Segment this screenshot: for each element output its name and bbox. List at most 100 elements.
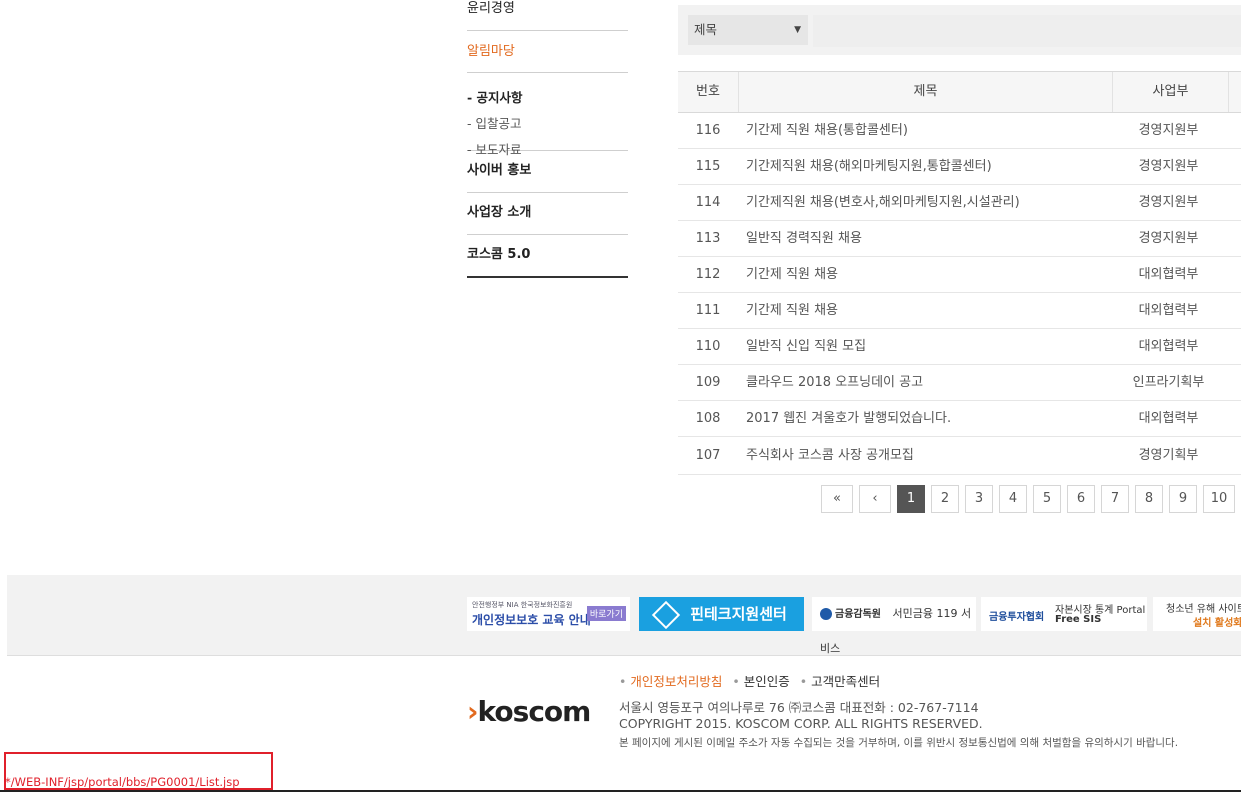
row-title-link[interactable]: 주식회사 코스콤 사장 공개모집 bbox=[738, 437, 1111, 474]
row-no: 111 bbox=[695, 303, 721, 318]
table-row[interactable]: 115 기간제직원 채용(해외마케팅지원,통합콜센터) 경영지원부 bbox=[678, 149, 1241, 185]
bullet-icon: • bbox=[619, 674, 627, 689]
privacy-banner-go-button[interactable]: 바로가기 bbox=[586, 606, 626, 621]
column-header-dept: 사업부 bbox=[1113, 72, 1229, 112]
customer-center-link[interactable]: 고객만족센터 bbox=[811, 674, 880, 689]
free-sis-banner[interactable]: 금융투자협회 자본시장 통계 Portal Free SIS bbox=[981, 597, 1147, 631]
row-title-link[interactable]: 기간제직원 채용(변호사,해외마케팅지원,시설관리) bbox=[738, 185, 1111, 220]
sidebar-item-ethics[interactable]: 윤리경영 bbox=[467, 0, 628, 31]
row-no: 115 bbox=[695, 159, 721, 174]
privacy-banner-orgs: 안전행정부 NIA 한국정보화진흥원 bbox=[472, 601, 573, 609]
identity-verify-link[interactable]: 본인인증 bbox=[744, 674, 790, 689]
fss-org: 금융감독원 bbox=[835, 609, 881, 620]
youth-line2: 설치 활성화 bbox=[1193, 618, 1241, 629]
kofia-logo: 금융투자협회 bbox=[989, 612, 1045, 623]
search-bar: 제목 ▼ bbox=[678, 5, 1241, 55]
fss-logo-icon bbox=[820, 608, 832, 620]
fss-banner[interactable]: 금융감독원 서민금융 119 서비스 bbox=[812, 597, 976, 655]
column-header-title: 제목 bbox=[739, 72, 1113, 112]
row-title-link[interactable]: 기간제 직원 채용 bbox=[738, 257, 1111, 292]
table-row[interactable]: 110 일반직 신입 직원 모집 대외협력부 bbox=[678, 329, 1241, 365]
page-button[interactable]: 6 bbox=[1067, 485, 1095, 513]
row-no: 114 bbox=[695, 195, 721, 210]
fintech-logo-icon bbox=[652, 600, 681, 629]
page-button[interactable]: 10 bbox=[1203, 485, 1235, 513]
privacy-education-banner[interactable]: 안전행정부 NIA 한국정보화진흥원 개인정보보호 교육 안내 바로가기 bbox=[467, 597, 630, 631]
footer-links: • 개인정보처리방침 • 본인인증 • 고객만족센터 bbox=[619, 671, 890, 690]
bullet-icon: • bbox=[799, 674, 808, 689]
search-input[interactable] bbox=[813, 15, 1241, 47]
sidebar-item-cyber-pr[interactable]: 사이버 홍보 bbox=[467, 151, 628, 193]
sidebar-item-koscom-5[interactable]: 코스콤 5.0 bbox=[467, 235, 628, 278]
table-row[interactable]: 109 클라우드 2018 오프닝데이 공고 인프라기획부 bbox=[678, 365, 1241, 401]
pagination: « ‹ 1 2 3 4 5 6 7 8 9 10 bbox=[821, 485, 1241, 513]
sidebar-subitem-announcements[interactable]: - 공지사항 bbox=[467, 87, 628, 113]
chevron-down-icon: ▼ bbox=[794, 25, 801, 35]
table-row[interactable]: 107 주식회사 코스콤 사장 공개모집 경영기획부 bbox=[678, 437, 1241, 475]
row-no: 109 bbox=[695, 375, 721, 390]
row-title-link[interactable]: 기간제 직원 채용 bbox=[738, 293, 1111, 328]
privacy-policy-link[interactable]: 개인정보처리방침 bbox=[630, 674, 722, 689]
row-dept: 경영지원부 bbox=[1138, 159, 1199, 174]
row-dept: 대외협력부 bbox=[1138, 339, 1199, 354]
debug-jsp-path: */WEB-INF/jsp/portal/bbs/PG0001/List.jsp bbox=[5, 775, 240, 789]
fintech-center-banner[interactable]: 핀테크지원센터 bbox=[639, 597, 804, 631]
row-dept: 대외협력부 bbox=[1138, 267, 1199, 282]
first-page-button[interactable]: « bbox=[821, 485, 853, 513]
row-dept: 경영지원부 bbox=[1138, 231, 1199, 246]
row-no: 107 bbox=[695, 448, 721, 463]
logo-text: koscom bbox=[477, 695, 592, 728]
row-title-link[interactable]: 기간제직원 채용(해외마케팅지원,통합콜센터) bbox=[738, 149, 1111, 184]
sidebar: 윤리경영 알림마당 - 공지사항 - 입찰공고 - 보도자료 사이버 홍보 사업… bbox=[467, 0, 628, 278]
notice-table: 번호 제목 사업부 116 기간제 직원 채용(통합콜센터) 경영지원부 115… bbox=[678, 71, 1241, 475]
page-button[interactable]: 8 bbox=[1135, 485, 1163, 513]
search-field-select-value: 제목 bbox=[694, 22, 718, 37]
footer-email-notice: 본 페이지에 게시된 이메일 주소가 자동 수집되는 것을 거부하며, 이를 위… bbox=[619, 737, 1179, 749]
row-title-link[interactable]: 2017 웹진 겨울호가 발행되었습니다. bbox=[738, 401, 1111, 436]
sidebar-item-notice-board[interactable]: 알림마당 bbox=[467, 31, 628, 73]
table-header: 번호 제목 사업부 bbox=[678, 71, 1241, 113]
row-dept: 대외협력부 bbox=[1138, 303, 1199, 318]
search-field-select[interactable]: 제목 ▼ bbox=[688, 15, 808, 45]
table-row[interactable]: 113 일반직 경력직원 채용 경영지원부 bbox=[678, 221, 1241, 257]
privacy-banner-title: 개인정보보호 교육 안내 bbox=[472, 613, 591, 627]
row-dept: 경영기획부 bbox=[1138, 448, 1199, 463]
row-dept: 경영지원부 bbox=[1138, 195, 1199, 210]
row-no: 108 bbox=[695, 411, 721, 426]
table-row[interactable]: 114 기간제직원 채용(변호사,해외마케팅지원,시설관리) 경영지원부 bbox=[678, 185, 1241, 221]
page-button[interactable]: 2 bbox=[931, 485, 959, 513]
table-row[interactable]: 112 기간제 직원 채용 대외협력부 bbox=[678, 257, 1241, 293]
page-button[interactable]: 3 bbox=[965, 485, 993, 513]
fintech-banner-title: 핀테크지원센터 bbox=[690, 605, 787, 623]
bullet-icon: • bbox=[732, 674, 740, 689]
partner-banner-strip: 안전행정부 NIA 한국정보화진흥원 개인정보보호 교육 안내 바로가기 핀테크… bbox=[7, 575, 1241, 656]
prev-page-button[interactable]: ‹ bbox=[859, 485, 891, 513]
koscom-logo[interactable]: ›koscom bbox=[467, 695, 592, 728]
footer-copyright: COPYRIGHT 2015. KOSCOM CORP. ALL RIGHTS … bbox=[619, 716, 983, 731]
row-dept: 대외협력부 bbox=[1138, 411, 1199, 426]
row-title-link[interactable]: 일반직 신입 직원 모집 bbox=[738, 329, 1111, 364]
sidebar-submenu: - 공지사항 - 입찰공고 - 보도자료 bbox=[467, 73, 628, 157]
table-row[interactable]: 116 기간제 직원 채용(통합콜센터) 경영지원부 bbox=[678, 113, 1241, 149]
table-row[interactable]: 108 2017 웹진 겨울호가 발행되었습니다. 대외협력부 bbox=[678, 401, 1241, 437]
youth-filter-banner[interactable]: 청소년 유해 사이트 설치 활성화 bbox=[1153, 597, 1241, 631]
logo-chevron-icon: › bbox=[467, 695, 479, 728]
row-no: 110 bbox=[695, 339, 721, 354]
row-dept: 경영지원부 bbox=[1138, 123, 1199, 138]
page-button[interactable]: 5 bbox=[1033, 485, 1061, 513]
column-header-no: 번호 bbox=[678, 72, 739, 112]
row-no: 112 bbox=[695, 267, 721, 282]
row-title-link[interactable]: 일반직 경력직원 채용 bbox=[738, 221, 1111, 256]
sidebar-item-sites[interactable]: 사업장 소개 bbox=[467, 193, 628, 235]
row-no: 113 bbox=[695, 231, 721, 246]
page-button[interactable]: 7 bbox=[1101, 485, 1129, 513]
row-title-link[interactable]: 클라우드 2018 오프닝데이 공고 bbox=[738, 365, 1111, 400]
row-dept: 인프라기획부 bbox=[1132, 375, 1205, 390]
page-button-current[interactable]: 1 bbox=[897, 485, 925, 513]
page-button[interactable]: 9 bbox=[1169, 485, 1197, 513]
table-row[interactable]: 111 기간제 직원 채용 대외협력부 bbox=[678, 293, 1241, 329]
sidebar-subitem-bids[interactable]: - 입찰공고 bbox=[467, 113, 628, 139]
row-title-link[interactable]: 기간제 직원 채용(통합콜센터) bbox=[738, 113, 1111, 148]
page-button[interactable]: 4 bbox=[999, 485, 1027, 513]
youth-line1: 청소년 유해 사이트 bbox=[1166, 604, 1241, 615]
